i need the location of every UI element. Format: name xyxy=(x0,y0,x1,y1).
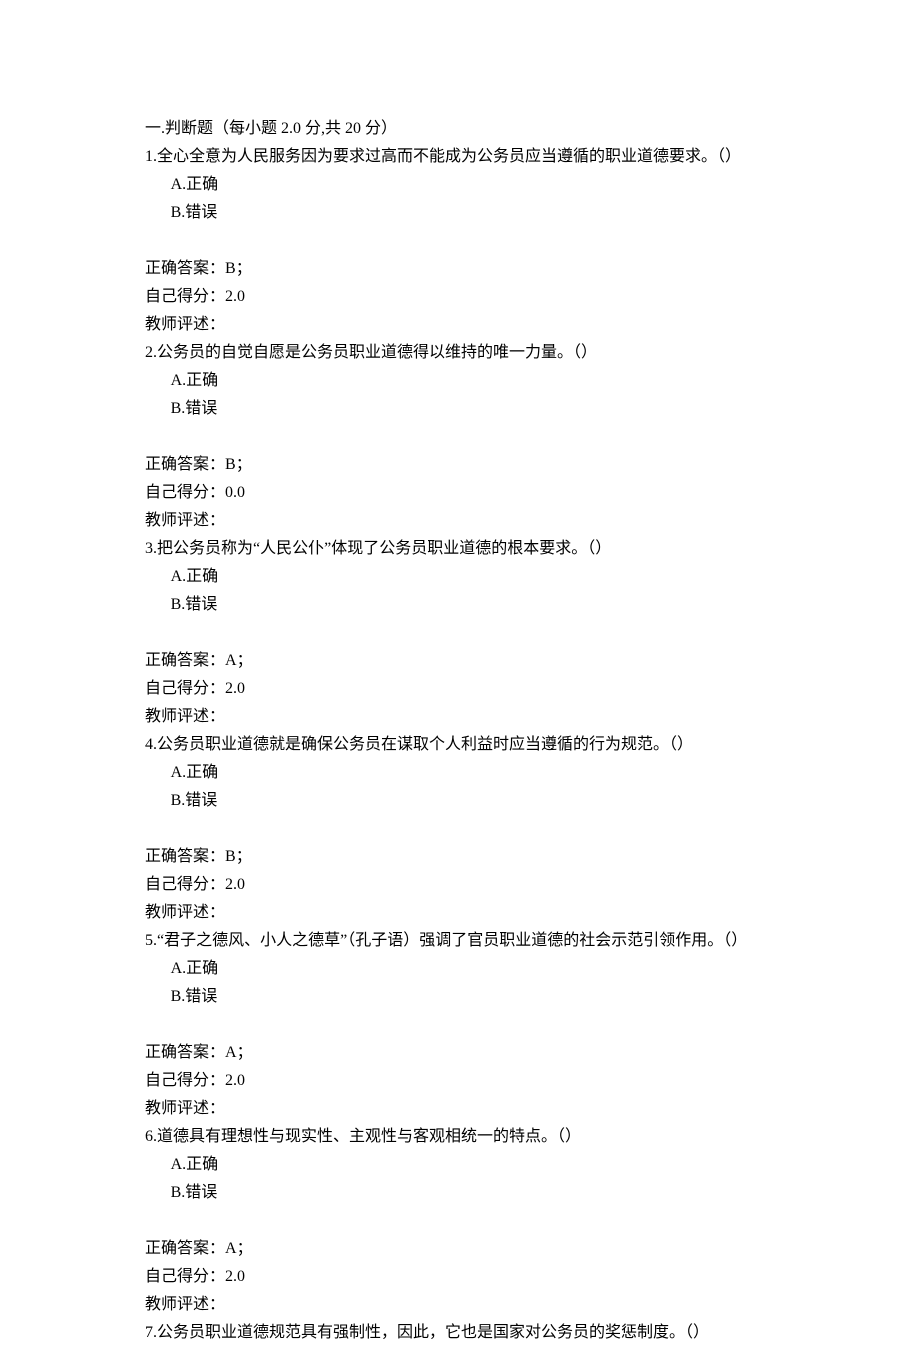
question-text: 4.公务员职业道德就是确保公务员在谋取个人利益时应当遵循的行为规范。（） xyxy=(145,731,790,759)
self-score: 自己得分：2.0 xyxy=(145,871,790,899)
option-a: A.正确 xyxy=(145,367,790,395)
score-prefix: 自己得分： xyxy=(145,876,225,893)
correct-answer: 正确答案：B； xyxy=(145,843,790,871)
question-text: 2.公务员的自觉自愿是公务员职业道德得以维持的唯一力量。（） xyxy=(145,339,790,367)
question-text: 3.把公务员称为“人民公仆”体现了公务员职业道德的根本要求。（） xyxy=(145,535,790,563)
blank-line xyxy=(145,815,790,843)
self-score: 自己得分：2.0 xyxy=(145,1067,790,1095)
option-a: A.正确 xyxy=(145,1151,790,1179)
option-b: B.错误 xyxy=(145,395,790,423)
blank-line xyxy=(145,1207,790,1235)
answer-value: A； xyxy=(225,1044,253,1061)
answer-value: B； xyxy=(225,260,252,277)
teacher-comment: 教师评述： xyxy=(145,703,790,731)
blank-line xyxy=(145,423,790,451)
self-score: 自己得分：2.0 xyxy=(145,675,790,703)
option-b: B.错误 xyxy=(145,1179,790,1207)
score-prefix: 自己得分： xyxy=(145,1268,225,1285)
answer-prefix: 正确答案： xyxy=(145,260,225,277)
option-a: A.正确 xyxy=(145,955,790,983)
teacher-comment: 教师评述： xyxy=(145,1291,790,1319)
score-prefix: 自己得分： xyxy=(145,680,225,697)
self-score: 自己得分：2.0 xyxy=(145,283,790,311)
option-b: B.错误 xyxy=(145,787,790,815)
document-page: 一.判断题（每小题 2.0 分,共 20 分） 1.全心全意为人民服务因为要求过… xyxy=(0,0,920,1302)
question-text: 7.公务员职业道德规范具有强制性，因此，它也是国家对公务员的奖惩制度。（） xyxy=(145,1319,790,1347)
score-value: 2.0 xyxy=(225,876,245,893)
correct-answer: 正确答案：B； xyxy=(145,255,790,283)
teacher-comment: 教师评述： xyxy=(145,507,790,535)
option-a: A.正确 xyxy=(145,563,790,591)
answer-value: B； xyxy=(225,456,252,473)
option-b: B.错误 xyxy=(145,983,790,1011)
blank-line xyxy=(145,619,790,647)
answer-prefix: 正确答案： xyxy=(145,848,225,865)
blank-line xyxy=(145,227,790,255)
score-value: 2.0 xyxy=(225,680,245,697)
score-prefix: 自己得分： xyxy=(145,1072,225,1089)
answer-prefix: 正确答案： xyxy=(145,1044,225,1061)
section-title: 一.判断题（每小题 2.0 分,共 20 分） xyxy=(145,115,790,143)
teacher-comment: 教师评述： xyxy=(145,1095,790,1123)
answer-value: B； xyxy=(225,848,252,865)
answer-value: A； xyxy=(225,1240,253,1257)
answer-prefix: 正确答案： xyxy=(145,1240,225,1257)
self-score: 自己得分：2.0 xyxy=(145,1263,790,1291)
question-text: 1.全心全意为人民服务因为要求过高而不能成为公务员应当遵循的职业道德要求。（） xyxy=(145,143,790,171)
correct-answer: 正确答案：A； xyxy=(145,647,790,675)
question-text: 6.道德具有理想性与现实性、主观性与客观相统一的特点。（） xyxy=(145,1123,790,1151)
score-value: 2.0 xyxy=(225,1268,245,1285)
teacher-comment: 教师评述： xyxy=(145,311,790,339)
answer-prefix: 正确答案： xyxy=(145,456,225,473)
correct-answer: 正确答案：A； xyxy=(145,1039,790,1067)
answer-value: A； xyxy=(225,652,253,669)
self-score: 自己得分：0.0 xyxy=(145,479,790,507)
score-value: 2.0 xyxy=(225,1072,245,1089)
score-prefix: 自己得分： xyxy=(145,484,225,501)
option-a: A.正确 xyxy=(145,171,790,199)
blank-line xyxy=(145,1011,790,1039)
correct-answer: 正确答案：B； xyxy=(145,451,790,479)
correct-answer: 正确答案：A； xyxy=(145,1235,790,1263)
option-a: A.正确 xyxy=(145,759,790,787)
answer-prefix: 正确答案： xyxy=(145,652,225,669)
teacher-comment: 教师评述： xyxy=(145,899,790,927)
question-text: 5.“君子之德风、小人之德草”（孔子语）强调了官员职业道德的社会示范引领作用。（… xyxy=(145,927,790,955)
score-value: 0.0 xyxy=(225,484,245,501)
option-b: B.错误 xyxy=(145,591,790,619)
option-b: B.错误 xyxy=(145,199,790,227)
score-prefix: 自己得分： xyxy=(145,288,225,305)
score-value: 2.0 xyxy=(225,288,245,305)
